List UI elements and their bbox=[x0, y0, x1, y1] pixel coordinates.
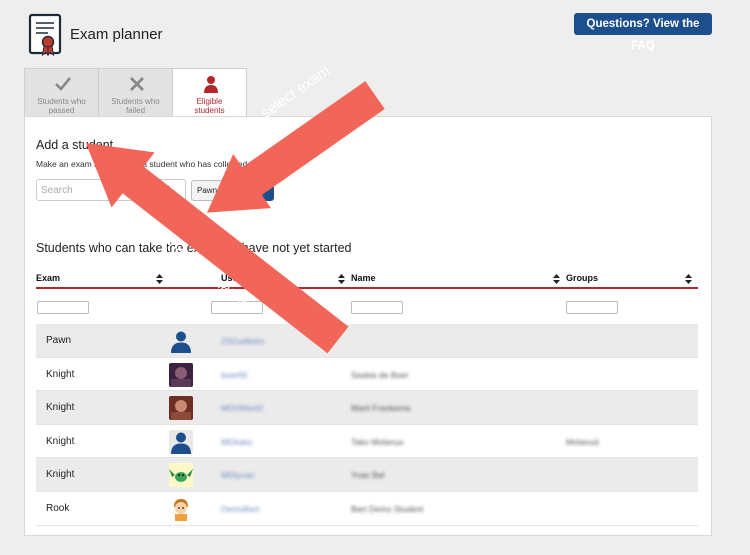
sort-icon[interactable] bbox=[553, 274, 560, 284]
search-input[interactable] bbox=[41, 183, 156, 198]
filter-groups-input[interactable] bbox=[566, 301, 618, 314]
sort-icon[interactable] bbox=[338, 274, 345, 284]
updown-chevron-icon: ▲ ▼ bbox=[226, 182, 233, 199]
row-name: Tako Molanus bbox=[351, 436, 404, 447]
dragon-avatar bbox=[169, 463, 193, 488]
table-body: Pawn ZSGwillebo Knight boer65 Saskia de … bbox=[36, 324, 698, 526]
table-row: Knight MDVMarit2 Marit Frankema bbox=[36, 391, 698, 425]
tab-students-failed[interactable]: Students who failed bbox=[98, 68, 173, 116]
add-student-title: Add a student bbox=[36, 138, 114, 152]
column-header-groups[interactable]: Groups bbox=[566, 273, 598, 283]
tab-label-line1: Eligible bbox=[196, 97, 223, 106]
certificate-logo-icon bbox=[28, 13, 62, 57]
column-header-name[interactable]: Name bbox=[351, 273, 376, 283]
row-username-link[interactable]: ZSGwillebo bbox=[221, 336, 264, 346]
select-exam-annotation: select exam bbox=[258, 62, 334, 122]
row-exam: Knight bbox=[46, 368, 75, 380]
app-title: Exam planner bbox=[70, 26, 163, 43]
main-panel: Add a student Make an exam available for… bbox=[24, 116, 712, 536]
table-row: Knight MDtyvan Yvan Bel bbox=[36, 458, 698, 492]
sort-icon[interactable] bbox=[685, 274, 692, 284]
cartoon-boy-avatar bbox=[169, 496, 193, 521]
exam-select-value: Pawn bbox=[197, 186, 218, 195]
row-username-link[interactable]: boer65 bbox=[221, 370, 247, 380]
row-name: Marit Frankema bbox=[351, 403, 411, 414]
row-exam: Knight bbox=[46, 435, 75, 447]
table-row: Rook DemoBart Bart Demo Student bbox=[36, 491, 698, 526]
filter-name-input[interactable] bbox=[351, 301, 403, 314]
row-exam: Knight bbox=[46, 402, 75, 414]
tab-students-passed[interactable]: Students who passed bbox=[24, 68, 99, 116]
tab-label-line1: Students who bbox=[111, 97, 160, 106]
table-row: Pawn ZSGwillebo bbox=[36, 324, 698, 358]
column-header-exam[interactable]: Exam bbox=[36, 273, 60, 283]
row-name: Saskia de Boer bbox=[351, 369, 409, 380]
default-person-avatar bbox=[171, 331, 191, 353]
photo-avatar bbox=[169, 396, 193, 421]
row-name: Bart Demo Student bbox=[351, 503, 424, 514]
sort-icon[interactable] bbox=[156, 274, 163, 284]
row-exam: Rook bbox=[46, 502, 70, 514]
row-exam: Pawn bbox=[46, 335, 72, 346]
check-icon bbox=[55, 77, 72, 91]
tab-eligible-students[interactable]: Eligible students bbox=[172, 68, 247, 117]
tab-label-line2: students bbox=[194, 106, 225, 115]
row-name: Yvan Bel bbox=[351, 470, 385, 481]
row-exam: Knight bbox=[46, 469, 75, 481]
add-student-description: Make an exam available for a student who… bbox=[36, 159, 290, 169]
cross-icon bbox=[130, 77, 144, 91]
filter-exam-input[interactable] bbox=[37, 301, 89, 314]
row-username-link[interactable]: MDitako bbox=[221, 437, 252, 447]
search-box[interactable] bbox=[36, 179, 186, 201]
faq-button[interactable]: Questions? View the FAQ bbox=[574, 13, 712, 52]
table-header: Exam Username Name Groups bbox=[36, 267, 698, 289]
search-icon[interactable] bbox=[162, 185, 173, 196]
photo-avatar bbox=[169, 362, 193, 387]
exam-select[interactable]: Pawn ▲ ▼ bbox=[191, 180, 237, 201]
tab-label-line2: failed bbox=[125, 106, 146, 115]
row-username-link[interactable]: MDtyvan bbox=[221, 470, 255, 480]
add-button[interactable]: Add bbox=[241, 179, 274, 201]
default-person-avatar bbox=[169, 429, 193, 454]
tab-label-line2: passed bbox=[48, 106, 75, 115]
row-username-link[interactable]: DemoBart bbox=[221, 504, 259, 514]
row-username-link[interactable]: MDVMarit2 bbox=[221, 403, 264, 413]
table-row: Knight boer65 Saskia de Boer bbox=[36, 357, 698, 392]
row-group: Molanud bbox=[566, 436, 599, 447]
person-icon bbox=[204, 76, 218, 93]
tab-label-line1: Students who bbox=[37, 97, 86, 106]
app-header: Exam planner Questions? View the FAQ bbox=[0, 0, 750, 68]
table-row: Knight MDitako Tako Molanus Molanud bbox=[36, 424, 698, 459]
